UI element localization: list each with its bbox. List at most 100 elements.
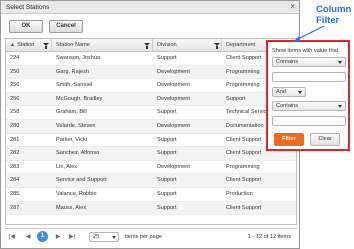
cell-division: Development — [157, 123, 190, 129]
annotation-arrow-icon — [293, 25, 325, 42]
cell-name: Smith, Samuel — [56, 82, 93, 89]
operator-value: Contains — [276, 103, 299, 109]
table-row[interactable]: 284 Service and Support Support Client Supp… — [6, 174, 296, 188]
cell-division: Development — [157, 68, 190, 75]
cell-station: 282 — [10, 150, 20, 157]
column-filter-annotation: Column Filter — [316, 4, 351, 26]
operator-select-1[interactable]: Contains — [272, 57, 346, 67]
close-icon[interactable]: × — [290, 2, 295, 11]
select-stations-dialog: Select Stations × OK Cancel ▲ Station Sta… — [0, 0, 300, 249]
chevron-down-icon — [338, 105, 342, 108]
cell-division: Support — [157, 204, 177, 211]
column-filter-popup: Show items with value that Contains And … — [266, 40, 350, 151]
ok-button[interactable]: OK — [9, 20, 43, 33]
table-row[interactable]: 256 Smith, Samuel Development Programming — [6, 79, 296, 93]
filter-funnel-icon[interactable] — [214, 43, 220, 49]
cell-division: Support — [157, 150, 177, 157]
cell-station: 256 — [10, 82, 20, 89]
stations-grid: ▲ Station Station Name Division Departmen… — [5, 38, 297, 225]
clear-button[interactable]: Clear — [310, 133, 340, 146]
cell-name: Garg, Rajesh — [56, 68, 89, 75]
cell-station: 256 — [10, 95, 20, 102]
table-row[interactable]: 282 Sanchez, Alfonso Support Client Support — [6, 147, 296, 161]
chevron-down-icon — [112, 236, 116, 239]
cell-division: Development — [157, 163, 190, 170]
cell-division: Support — [157, 191, 177, 197]
cell-name: Service and Support — [56, 177, 107, 184]
cell-station: 258 — [10, 109, 20, 116]
grid-header: ▲ Station Station Name Division Departmen… — [6, 39, 296, 52]
dialog-title: Select Stations — [6, 4, 50, 11]
annotation-line: Column — [316, 4, 352, 15]
cell-name: Valance, Robbie — [56, 191, 97, 197]
cell-department: Production — [226, 191, 253, 197]
first-page-icon[interactable]: |◀ — [7, 232, 17, 242]
next-page-icon[interactable]: ▶ — [53, 232, 63, 242]
table-row[interactable]: 256 McGough, Bradley Development Support — [6, 92, 296, 107]
cell-name: McGough, Bradley — [56, 95, 103, 102]
cell-name: Lin, Alex — [56, 163, 78, 170]
page-size-value: 25 — [93, 234, 100, 240]
table-row[interactable]: 280 Velarde, Steven Development Documentati… — [6, 120, 296, 134]
table-row[interactable]: 283 Lin, Alex Development Programming — [6, 161, 296, 175]
cell-station: 280 — [10, 123, 20, 129]
cell-division: Development — [157, 95, 190, 102]
cell-division: Development — [157, 82, 190, 89]
cell-department: Programming — [226, 163, 260, 170]
cell-division: Support — [157, 136, 177, 143]
column-header-division[interactable]: Division — [153, 39, 222, 52]
table-row[interactable]: 285 Valance, Robbie Support Production — [6, 188, 296, 202]
operator-select-2[interactable]: Contains — [272, 101, 346, 111]
filter-instruction: Show items with value that — [272, 48, 339, 54]
column-header-station[interactable]: ▲ Station — [6, 39, 52, 52]
column-label: Division — [157, 42, 177, 48]
cell-division: Support — [157, 55, 177, 61]
chevron-down-icon — [298, 91, 302, 94]
cell-station: 283 — [10, 163, 20, 170]
page-size-select[interactable]: 25 — [89, 232, 119, 242]
cell-department: Client Support — [226, 177, 262, 184]
filter-button[interactable]: Filter — [274, 133, 304, 146]
chevron-down-icon — [338, 61, 342, 64]
filter-funnel-icon[interactable] — [43, 43, 49, 49]
column-label: Station — [16, 42, 35, 48]
page-size-label: items per page — [125, 234, 163, 240]
last-page-icon[interactable]: ▶| — [67, 232, 77, 242]
cell-station: 281 — [10, 136, 20, 143]
filter-value-input-1[interactable] — [272, 72, 346, 82]
pager: |◀ ◀ 1 ▶ ▶| 25 items per page 1 - 12 of … — [5, 228, 297, 244]
cell-name: Sanchez, Alfonso — [56, 150, 100, 157]
filter-funnel-icon[interactable] — [144, 43, 150, 49]
cell-name: Graham, Bill — [56, 109, 87, 116]
cell-station: 284 — [10, 177, 20, 184]
table-row[interactable]: 258 Graham, Bill Support Technical Service — [6, 106, 296, 120]
cell-station: 285 — [10, 191, 20, 197]
cell-division: Support — [157, 109, 177, 116]
cell-department: Client Support — [226, 204, 262, 211]
table-row[interactable]: 281 Parker, Vicki Support Client Support — [6, 134, 296, 148]
cell-name: Mauss, Alex — [56, 204, 87, 211]
logic-select[interactable]: And — [272, 87, 306, 97]
current-page-button[interactable]: 1 — [37, 231, 48, 242]
column-label: Department — [226, 42, 256, 48]
dialog-titlebar: Select Stations × — [1, 1, 299, 14]
table-row[interactable]: 287 Mauss, Alex Support Client Support — [6, 201, 296, 216]
cell-station: 250 — [10, 68, 20, 75]
cell-station: 287 — [10, 204, 20, 211]
cell-name: Swanson, Joshua — [56, 55, 101, 61]
sort-ascending-icon: ▲ — [10, 42, 15, 48]
operator-value: Contains — [276, 59, 299, 65]
table-row[interactable]: 224 Swanson, Joshua Support Client Support — [6, 52, 296, 66]
cancel-button[interactable]: Cancel — [49, 20, 83, 33]
cell-name: Velarde, Steven — [56, 123, 96, 129]
cell-division: Support — [157, 177, 177, 184]
column-label: Station Name — [56, 42, 90, 48]
cell-station: 224 — [10, 55, 20, 61]
table-row[interactable]: 250 Garg, Rajesh Development Programming — [6, 65, 296, 80]
prev-page-icon[interactable]: ◀ — [23, 232, 33, 242]
cell-name: Parker, Vicki — [56, 136, 87, 143]
filter-value-input-2[interactable] — [272, 116, 346, 126]
logic-value: And — [276, 89, 286, 95]
column-header-station-name[interactable]: Station Name — [52, 39, 153, 52]
pager-info: 1 - 12 of 12 items — [247, 234, 291, 240]
